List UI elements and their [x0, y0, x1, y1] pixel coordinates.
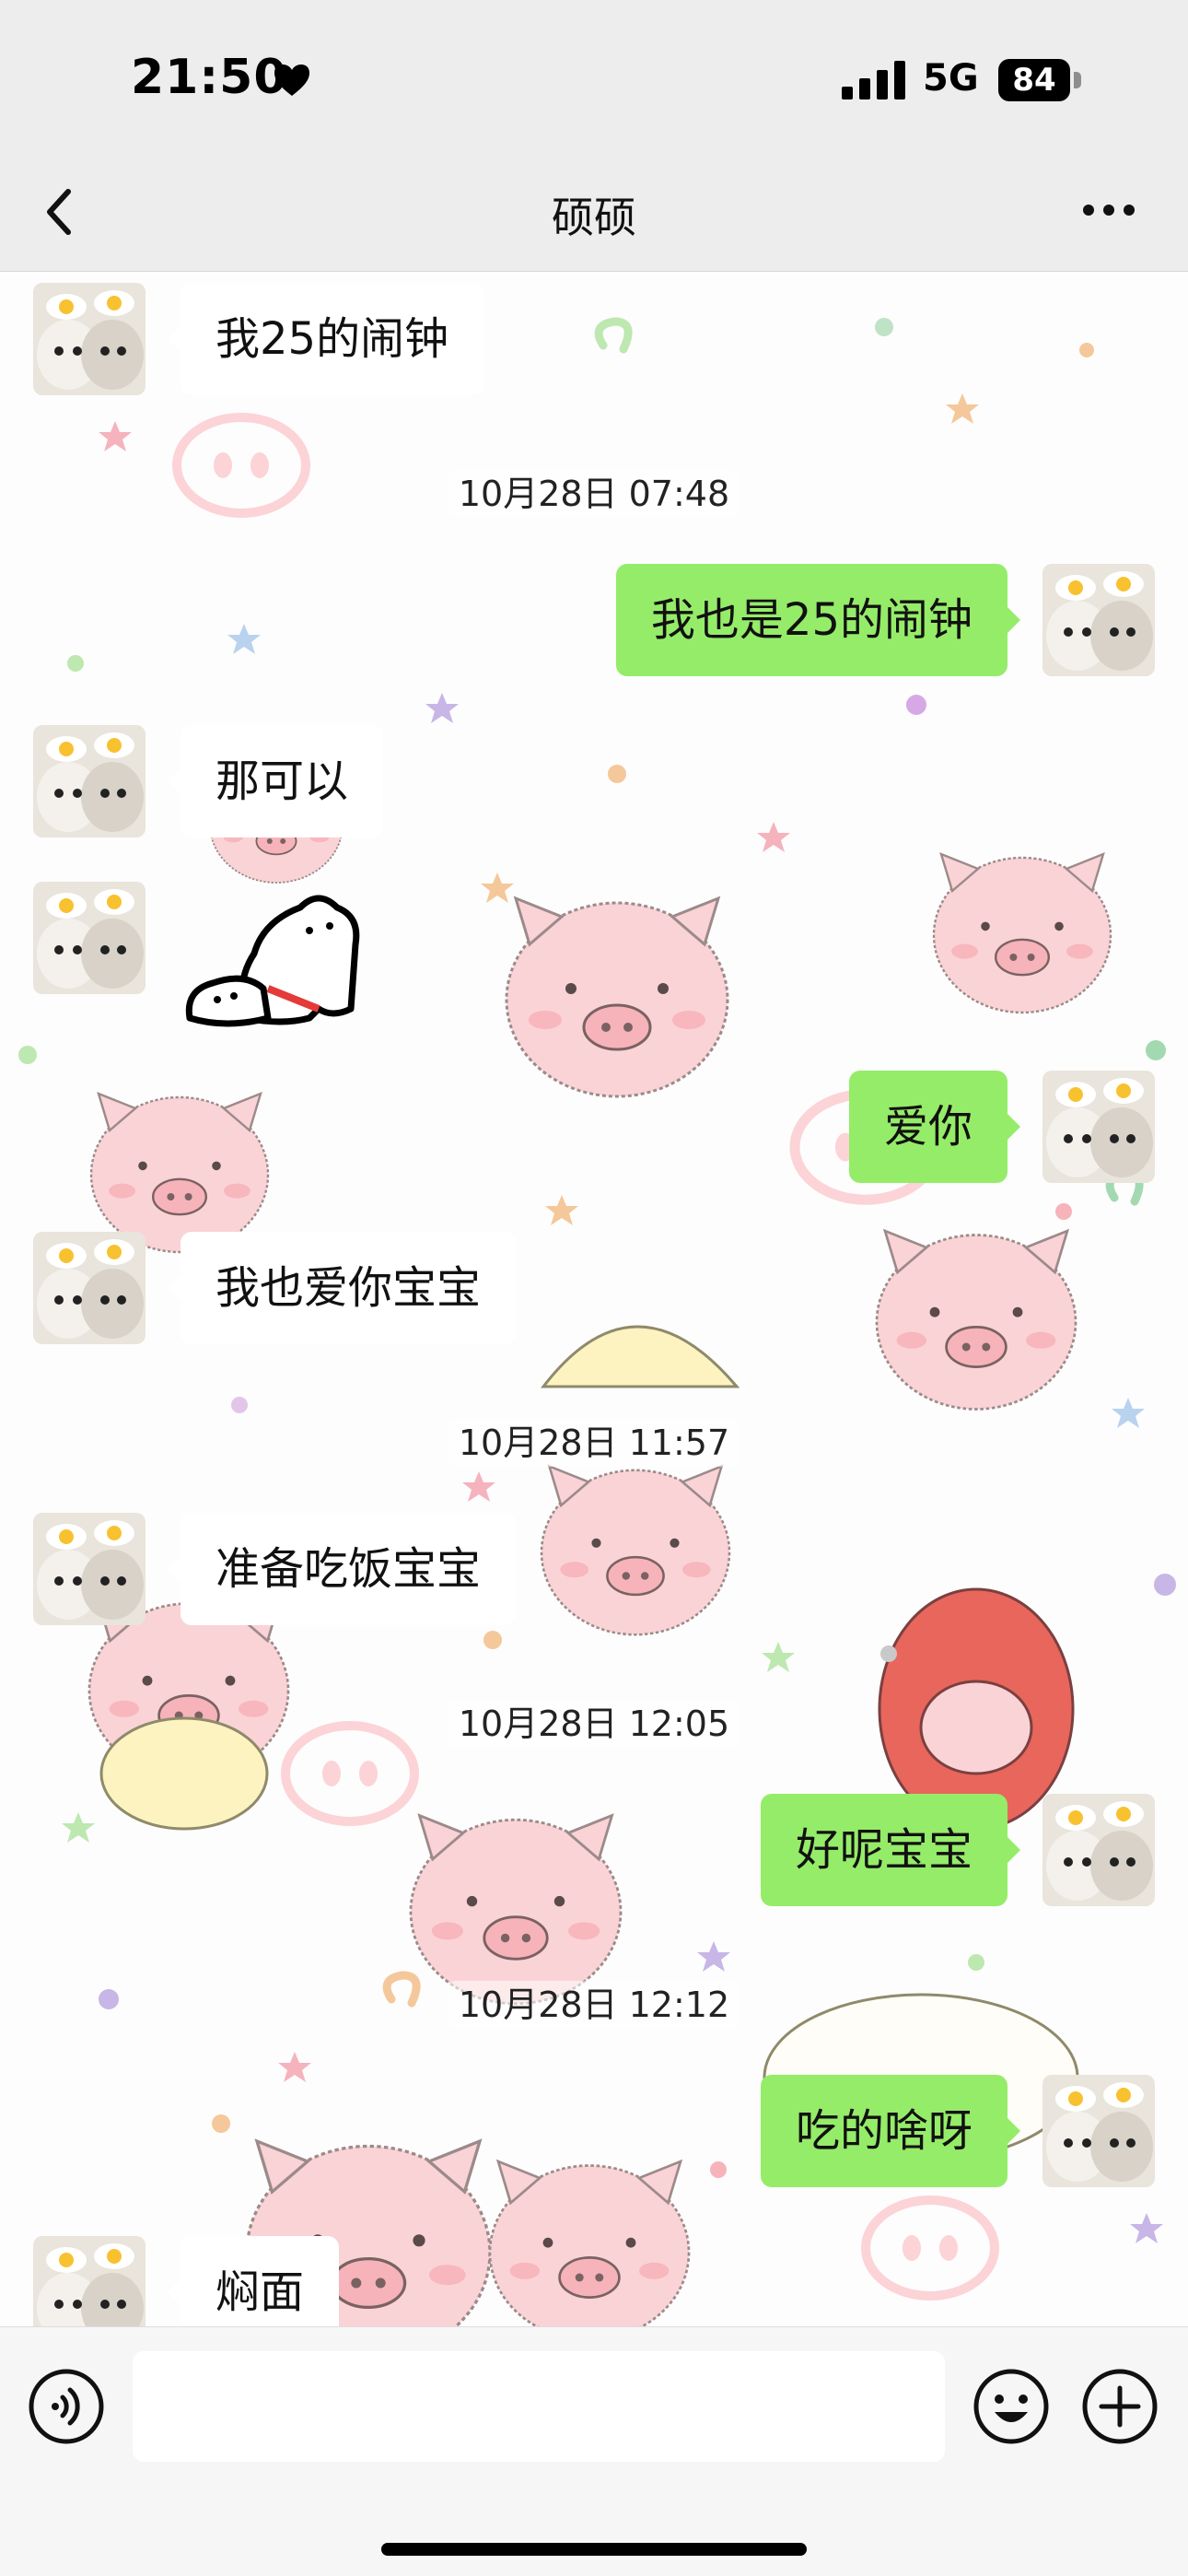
timestamp: 10月28日 11:57 [0, 1414, 1188, 1467]
battery-level: 84 [998, 59, 1070, 101]
heart-icon [274, 64, 309, 96]
emoji-icon[interactable] [973, 2368, 1050, 2445]
contact-avatar[interactable] [33, 1513, 146, 1625]
input-bar [0, 2326, 1188, 2576]
message-bubble-incoming[interactable]: 准备吃饭宝宝 [167, 1513, 517, 1625]
signal-icon [842, 61, 905, 100]
self-avatar[interactable] [1042, 2075, 1155, 2187]
timestamp-text: 10月28日 12:12 [448, 1981, 740, 2029]
self-avatar[interactable] [1042, 1071, 1155, 1183]
more-dots-icon[interactable] [1079, 197, 1138, 223]
plus-icon[interactable] [1081, 2368, 1159, 2445]
message-bubble-outgoing[interactable]: 吃的啥呀 [760, 2075, 1021, 2187]
network-label: 5G [923, 57, 979, 100]
contact-avatar[interactable] [33, 2236, 146, 2326]
contact-avatar[interactable] [33, 882, 146, 994]
status-bar: 21:50 5G 84 [0, 0, 1188, 157]
message-bubble-incoming[interactable]: 那可以 [167, 725, 384, 837]
chat-screen: 21:50 5G 84 硕硕 我25的闹钟 10月28日 07:48 我也是25… [0, 0, 1188, 2576]
chat-area[interactable]: 我25的闹钟 10月28日 07:48 我也是25的闹钟 那可以 爱你 我也爱你… [0, 272, 1188, 2326]
contact-avatar[interactable] [33, 1232, 146, 1344]
battery-cap [1074, 72, 1081, 88]
timestamp: 10月28日 12:12 [0, 1976, 1188, 2029]
message-bubble-incoming[interactable]: 焖面 [167, 2236, 340, 2326]
timestamp-text: 10月28日 12:05 [448, 1700, 740, 1748]
self-avatar[interactable] [1042, 1794, 1155, 1906]
message-bubble-outgoing[interactable]: 爱你 [848, 1071, 1021, 1183]
self-avatar[interactable] [1042, 564, 1155, 676]
message-bubble-incoming[interactable]: 我25的闹钟 [167, 283, 484, 395]
battery-icon: 84 [998, 59, 1083, 101]
chevron-left-icon[interactable] [37, 182, 83, 241]
contact-avatar[interactable] [33, 725, 146, 837]
message-bubble-incoming[interactable]: 我也爱你宝宝 [167, 1232, 517, 1344]
message-bubble-outgoing[interactable]: 我也是25的闹钟 [615, 564, 1021, 676]
home-indicator [381, 2543, 807, 2556]
contact-avatar[interactable] [33, 283, 146, 395]
message-bubble-outgoing[interactable]: 好呢宝宝 [760, 1794, 1021, 1906]
message-input[interactable] [133, 2351, 945, 2462]
timestamp: 10月28日 12:05 [0, 1695, 1188, 1748]
status-time: 21:50 [131, 50, 288, 105]
timestamp: 10月28日 07:48 [0, 465, 1188, 518]
timestamp-text: 10月28日 11:57 [448, 1419, 740, 1467]
sticker-message[interactable] [181, 880, 374, 1036]
timestamp-text: 10月28日 07:48 [448, 470, 740, 518]
nav-bar: 硕硕 [0, 157, 1188, 272]
chat-title: 硕硕 [552, 193, 636, 242]
voice-icon[interactable] [28, 2368, 105, 2445]
